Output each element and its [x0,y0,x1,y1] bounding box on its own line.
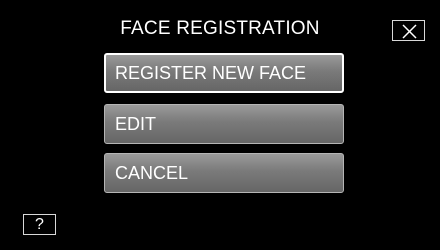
close-icon [402,24,417,39]
edit-label: EDIT [115,114,157,134]
edit-button[interactable]: EDIT [104,104,344,144]
help-icon: ? [35,216,44,233]
cancel-label: CANCEL [115,163,189,183]
cancel-button[interactable]: CANCEL [104,153,344,193]
close-button[interactable] [392,20,425,41]
register-new-face-label: REGISTER NEW FACE [115,63,307,83]
register-new-face-button[interactable]: REGISTER NEW FACE [104,53,344,93]
screen-title: FACE REGISTRATION [120,18,320,39]
help-button[interactable]: ? [23,214,56,235]
